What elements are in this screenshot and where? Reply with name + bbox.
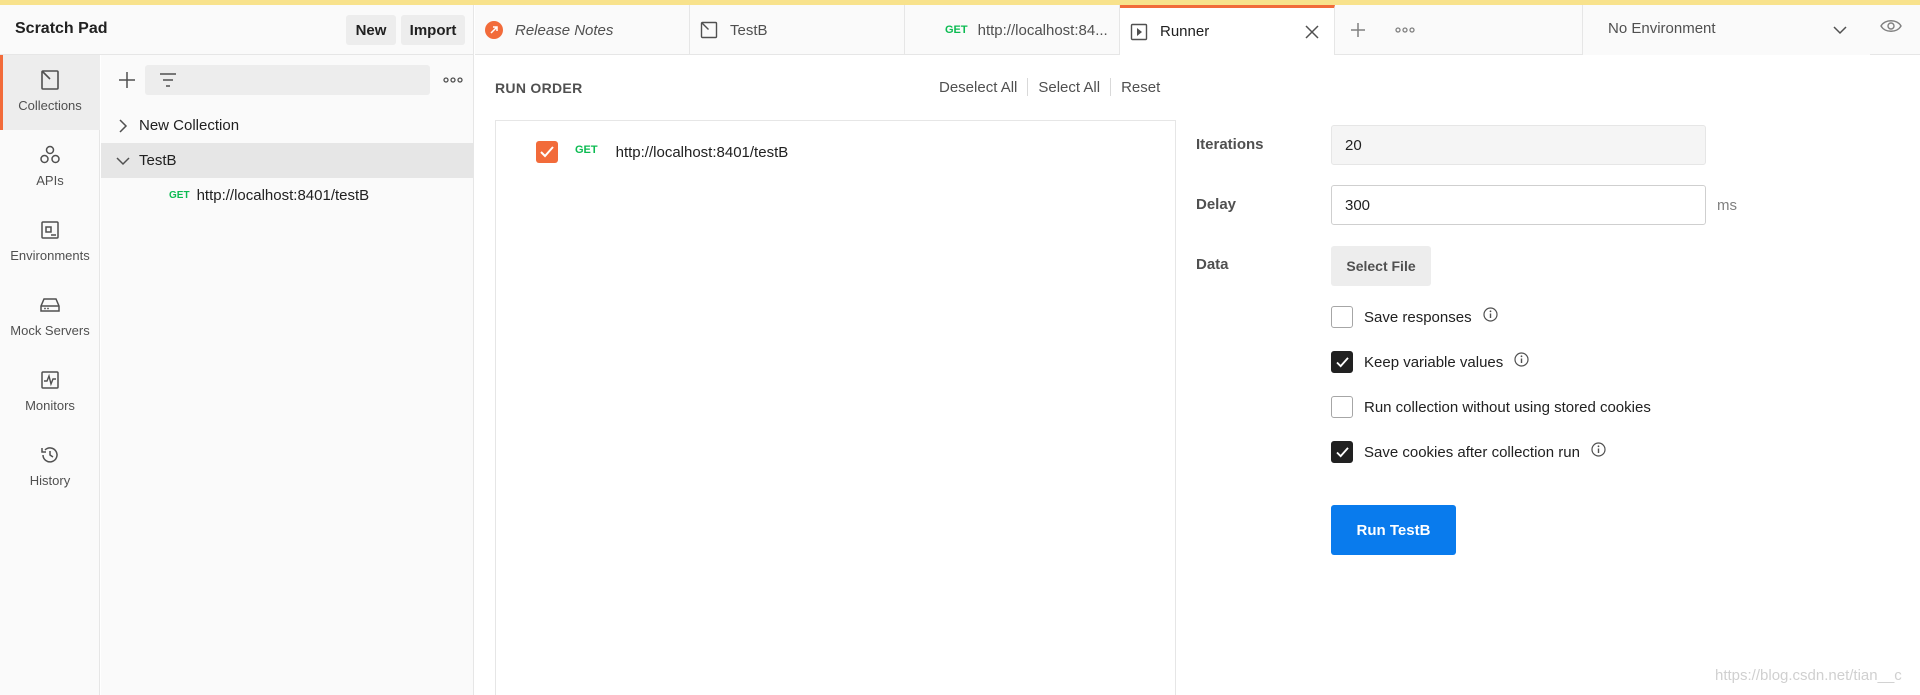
check-icon bbox=[1335, 356, 1349, 368]
option-keep-variable-values[interactable]: Keep variable values bbox=[1331, 351, 1529, 373]
collection-tab-icon bbox=[700, 21, 718, 39]
checkbox[interactable] bbox=[1331, 396, 1353, 418]
collection-name: TestB bbox=[139, 152, 177, 169]
run-order-heading: RUN ORDER bbox=[495, 80, 583, 96]
option-save-cookies-after-run[interactable]: Save cookies after collection run bbox=[1331, 441, 1606, 463]
checkbox[interactable] bbox=[1331, 306, 1353, 328]
tab-runner[interactable]: Runner bbox=[1120, 5, 1335, 55]
chevron-down-icon[interactable] bbox=[116, 154, 130, 168]
request-method: GET bbox=[575, 144, 598, 156]
iterations-input[interactable]: 20 bbox=[1331, 125, 1706, 165]
rail-item-monitors[interactable]: Monitors bbox=[0, 355, 100, 430]
sidebar-rail: Collections APIs Environments Mock Serve… bbox=[0, 55, 100, 695]
reset-link[interactable]: Reset bbox=[1121, 79, 1160, 96]
chevron-right-icon[interactable] bbox=[116, 118, 130, 133]
collection-new-collection[interactable]: New Collection bbox=[101, 108, 474, 143]
run-order-list: GET http://localhost:8401/testB bbox=[495, 120, 1176, 695]
new-button[interactable]: New bbox=[346, 15, 396, 45]
request-checkbox[interactable] bbox=[536, 141, 558, 163]
select-all-link[interactable]: Select All bbox=[1038, 79, 1100, 96]
rail-item-environments[interactable]: Environments bbox=[0, 205, 100, 280]
iterations-label: Iterations bbox=[1196, 136, 1264, 153]
option-save-responses[interactable]: Save responses bbox=[1331, 306, 1498, 328]
environment-selector[interactable]: No Environment bbox=[1582, 5, 1870, 55]
run-collection-button[interactable]: Run TestB bbox=[1331, 505, 1456, 555]
tab-testb[interactable]: TestB bbox=[690, 5, 905, 55]
option-run-without-stored-cookies[interactable]: Run collection without using stored cook… bbox=[1331, 396, 1651, 418]
collections-panel: New Collection TestB GET http://localhos… bbox=[101, 55, 474, 695]
option-label: Keep variable values bbox=[1364, 353, 1504, 371]
release-notes-icon bbox=[485, 21, 503, 39]
add-collection-icon[interactable] bbox=[115, 68, 139, 92]
divider bbox=[1110, 78, 1112, 96]
history-icon bbox=[41, 447, 58, 463]
delay-input[interactable]: 300 bbox=[1331, 185, 1706, 225]
rail-item-apis[interactable]: APIs bbox=[0, 130, 100, 205]
monitors-icon bbox=[41, 371, 59, 389]
filter-input[interactable] bbox=[145, 65, 430, 95]
environment-value: No Environment bbox=[1608, 20, 1716, 37]
delay-unit: ms bbox=[1717, 197, 1737, 214]
checkbox[interactable] bbox=[1331, 351, 1353, 373]
option-label: Save responses bbox=[1364, 308, 1472, 326]
import-button[interactable]: Import bbox=[401, 15, 465, 45]
more-tabs-icon[interactable] bbox=[1395, 23, 1415, 37]
apis-icon bbox=[40, 145, 60, 164]
request-url: http://localhost:8401/testB bbox=[196, 187, 370, 204]
info-icon[interactable] bbox=[1591, 441, 1606, 457]
run-order-item: GET http://localhost:8401/testB bbox=[536, 141, 788, 163]
workspace-title: Scratch Pad bbox=[15, 20, 108, 37]
runner-icon bbox=[1130, 23, 1148, 40]
eye-icon[interactable] bbox=[1880, 18, 1902, 34]
request-item[interactable]: GET http://localhost:8401/testB bbox=[101, 178, 474, 213]
tab-release-notes[interactable]: Release Notes bbox=[475, 5, 690, 55]
tab-label: TestB bbox=[730, 21, 768, 39]
workspace-header: Scratch Pad New Import bbox=[0, 5, 474, 55]
rail-label: Monitors bbox=[25, 398, 75, 413]
rail-item-collections[interactable]: Collections bbox=[0, 55, 100, 130]
mock-servers-icon bbox=[40, 298, 60, 312]
close-icon[interactable] bbox=[1304, 24, 1320, 40]
delay-label: Delay bbox=[1196, 196, 1237, 213]
tab-request[interactable]: GET http://localhost:84... bbox=[905, 5, 1120, 55]
rail-label: Environments bbox=[10, 248, 90, 263]
request-url: http://localhost:8401/testB bbox=[615, 143, 789, 161]
rail-item-mock-servers[interactable]: Mock Servers bbox=[0, 280, 100, 355]
tab-label: http://localhost:84... bbox=[977, 21, 1108, 39]
add-tab-icon[interactable] bbox=[1349, 21, 1367, 39]
rail-label: Mock Servers bbox=[10, 323, 90, 338]
tab-label: Runner bbox=[1160, 23, 1210, 40]
watermark: https://blog.csdn.net/tian__c bbox=[1715, 667, 1902, 684]
divider bbox=[1027, 78, 1029, 96]
tab-method: GET bbox=[945, 24, 968, 36]
run-order-actions: Deselect All Select All Reset bbox=[939, 78, 1160, 96]
tab-label: Release Notes bbox=[515, 21, 614, 39]
select-file-button[interactable]: Select File bbox=[1331, 246, 1431, 286]
data-label: Data bbox=[1196, 256, 1229, 273]
deselect-all-link[interactable]: Deselect All bbox=[939, 79, 1017, 96]
filter-icon bbox=[160, 73, 176, 87]
checkbox[interactable] bbox=[1331, 441, 1353, 463]
more-options-icon[interactable] bbox=[441, 68, 465, 92]
chevron-down-icon bbox=[1833, 26, 1847, 35]
check-icon bbox=[540, 146, 554, 158]
collection-testb[interactable]: TestB bbox=[101, 143, 474, 178]
rail-label: APIs bbox=[36, 173, 64, 188]
info-icon[interactable] bbox=[1482, 306, 1498, 322]
request-method: GET bbox=[169, 190, 190, 201]
rail-label: Collections bbox=[18, 98, 82, 113]
info-icon[interactable] bbox=[1514, 351, 1529, 367]
option-label: Run collection without using stored cook… bbox=[1364, 398, 1651, 416]
option-label: Save cookies after collection run bbox=[1364, 443, 1580, 461]
rail-label: History bbox=[29, 473, 71, 488]
collections-icon bbox=[41, 70, 59, 90]
check-icon bbox=[1335, 446, 1349, 458]
collection-name: New Collection bbox=[139, 117, 240, 134]
rail-item-history[interactable]: History bbox=[0, 430, 100, 505]
environments-icon bbox=[41, 221, 59, 239]
